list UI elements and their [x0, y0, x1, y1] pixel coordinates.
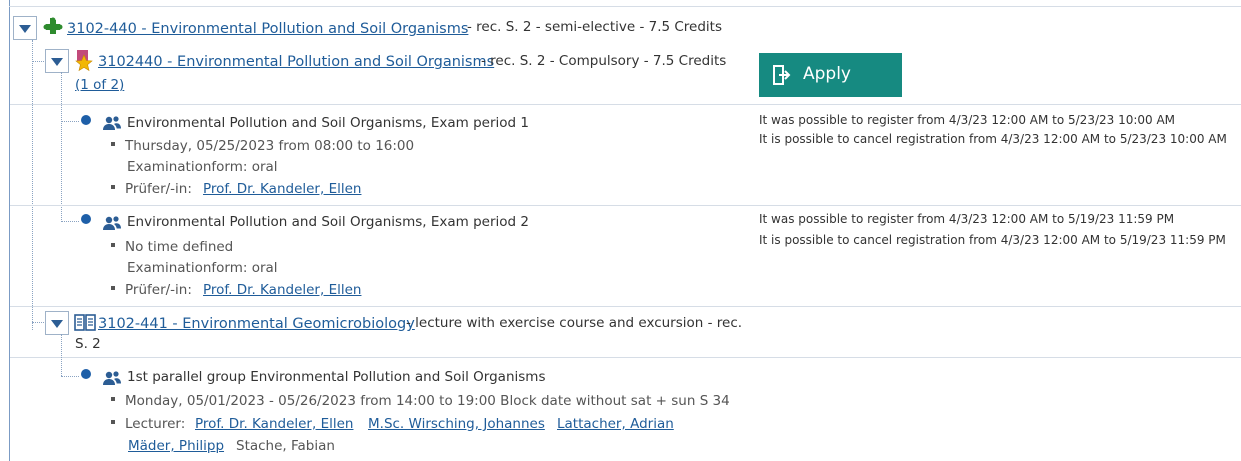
group-icon: [103, 216, 121, 230]
register-period: It was possible to register from 4/3/23 …: [759, 212, 1175, 226]
puzzle-icon: [43, 17, 63, 34]
group-time: Monday, 05/01/2023 - 05/26/2023 from 14:…: [111, 393, 730, 409]
lecture-link[interactable]: 3102-441 - Environmental Geomicrobiology: [98, 316, 415, 332]
cancel-period: It is possible to cancel registration fr…: [759, 233, 1226, 247]
tree-branch: [32, 322, 44, 323]
module-meta: - rec. S. 2 - semi-elective - 7.5 Credit…: [467, 19, 723, 35]
module-collapse-toggle[interactable]: [13, 16, 37, 40]
tree-frame-top: [9, 6, 1241, 7]
register-period: It was possible to register from 4/3/23 …: [759, 113, 1176, 127]
tree-branch: [32, 61, 44, 62]
examiner-label: Prüfer/-in:: [111, 181, 192, 197]
exam-time: Thursday, 05/25/2023 from 08:00 to 16:00: [111, 138, 414, 154]
lecture-meta-continued: S. 2: [75, 336, 101, 352]
exam-form: Examinationform: oral: [127, 159, 278, 175]
group-icon: [103, 116, 121, 130]
row-divider: [10, 104, 1241, 105]
module-link[interactable]: 3102-440 - Environmental Pollution and S…: [67, 21, 468, 37]
examiner-label: Prüfer/-in:: [111, 282, 192, 298]
tree-branch: [61, 121, 79, 122]
open-book-icon: [74, 314, 96, 331]
lecturer-label: Lecturer:: [111, 416, 185, 432]
exam-title: Environmental Pollution and Soil Organis…: [127, 115, 529, 131]
lecture-collapse-toggle[interactable]: [45, 311, 69, 335]
group-title: 1st parallel group Environmental Polluti…: [127, 369, 546, 385]
course-guide-line: [61, 72, 62, 222]
lecturer-link[interactable]: Prof. Dr. Kandeler, Ellen: [195, 416, 353, 432]
apply-button[interactable]: Apply: [759, 53, 902, 97]
course-meta: - rec. S. 2 - Compulsory - 7.5 Credits: [481, 53, 727, 69]
row-divider: [10, 306, 1241, 307]
row-divider: [10, 205, 1241, 206]
exam-form: Examinationform: oral: [127, 260, 278, 276]
examiner-link[interactable]: Prof. Dr. Kandeler, Ellen: [203, 282, 361, 298]
lecture-meta: - lecture with exercise course and excur…: [406, 315, 743, 331]
group-icon: [103, 371, 121, 385]
enter-door-icon: [773, 65, 791, 85]
tree-guide-line: [32, 40, 33, 330]
lecture-guide-line: [61, 334, 62, 376]
course-collapse-toggle[interactable]: [45, 49, 69, 73]
tree-branch: [61, 376, 79, 377]
bullet-dot: [81, 214, 91, 224]
lecturer-link[interactable]: M.Sc. Wirsching, Johannes: [368, 416, 545, 432]
row-divider: [10, 357, 1241, 358]
tree-frame-left: [9, 0, 10, 461]
examiner-link[interactable]: Prof. Dr. Kandeler, Ellen: [203, 181, 361, 197]
cancel-period: It is possible to cancel registration fr…: [759, 132, 1227, 146]
bullet-dot: [81, 369, 91, 379]
lecturer-link[interactable]: Lattacher, Adrian: [557, 416, 674, 432]
apply-button-label: Apply: [803, 64, 851, 84]
tree-branch: [61, 221, 79, 222]
lecturer-name: Stache, Fabian: [236, 438, 335, 454]
exam-title: Environmental Pollution and Soil Organis…: [127, 214, 529, 230]
bullet-dot: [81, 115, 91, 125]
course-pager-link[interactable]: (1 of 2): [75, 77, 124, 93]
course-link[interactable]: 3102440 - Environmental Pollution and So…: [98, 54, 494, 70]
lecturer-link[interactable]: Mäder, Philipp: [128, 438, 224, 454]
star-bookmark-icon: [75, 50, 93, 72]
exam-time: No time defined: [111, 239, 233, 255]
